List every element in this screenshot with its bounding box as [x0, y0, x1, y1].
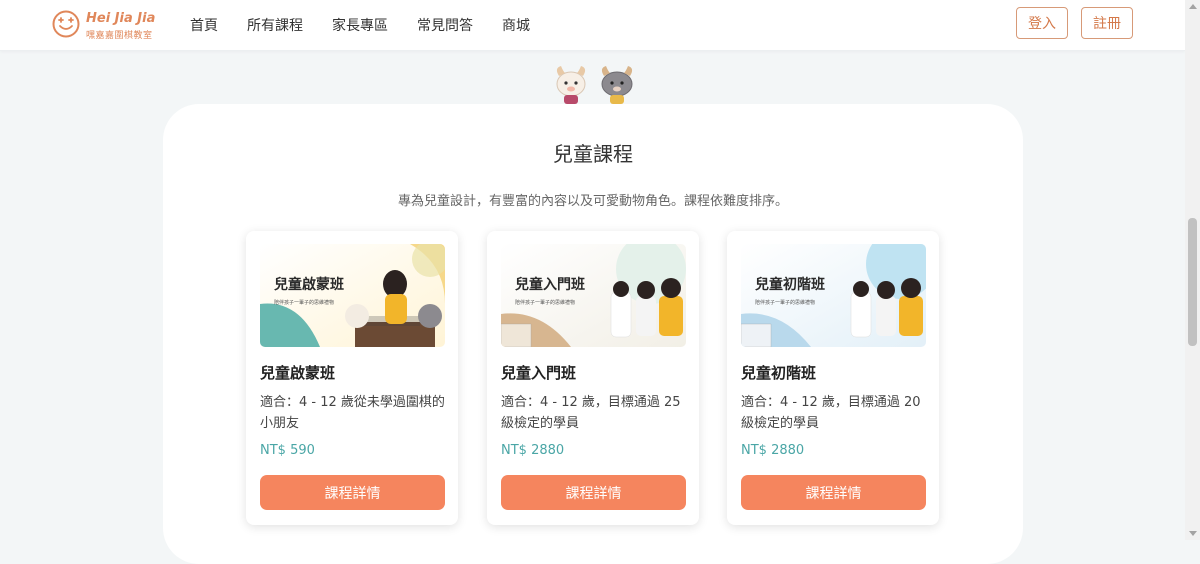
section-description: 專為兒童設計，有豐富的內容以及可愛動物角色。課程依難度排序。	[397, 194, 788, 209]
brand-subtitle: 嘿嘉嘉圍棋教室	[86, 31, 153, 41]
brand-logo[interactable]: Hei Jia Jia 嘿嘉嘉圍棋教室	[52, 10, 162, 42]
course-image-subtitle: 陪伴孩子一輩子的思維禮物	[755, 299, 815, 306]
course-description: 適合：4 - 12 歲從未學過圍棋的小朋友	[260, 395, 445, 431]
course-image-title: 兒童初階班	[755, 276, 825, 293]
course-card[interactable]: 兒童啟蒙班 陪伴孩子一輩子的思維禮物 兒童啟蒙班 適合：4 - 12 歲從未學過…	[246, 231, 458, 525]
course-image-title: 兒童啟蒙班	[274, 276, 344, 293]
page-scrollbar[interactable]	[1185, 0, 1200, 540]
nav-all-courses[interactable]: 所有課程	[247, 15, 303, 35]
nav-home[interactable]: 首頁	[190, 15, 218, 35]
scroll-up-arrow-icon[interactable]	[1189, 4, 1197, 9]
main-nav: 首頁 所有課程 家長專區 常見問答 商城	[190, 0, 559, 50]
course-price: NT$ 2880	[501, 443, 565, 458]
mascots-image	[556, 66, 633, 104]
white-goat-icon	[556, 66, 586, 104]
course-details-button[interactable]: 課程詳情	[260, 475, 445, 510]
course-description: 適合：4 - 12 歲，目標通過 20 級檢定的學員	[741, 395, 921, 431]
scroll-down-arrow-icon[interactable]	[1189, 531, 1197, 536]
course-details-button[interactable]: 課程詳情	[741, 475, 926, 510]
course-card[interactable]: 兒童初階班 陪伴孩子一輩子的思維禮物 兒童初階班 適合：4 - 12 歲，目標通…	[727, 231, 939, 525]
course-details-button[interactable]: 課程詳情	[501, 475, 686, 510]
nav-shop[interactable]: 商城	[502, 15, 530, 35]
course-image-title: 兒童入門班	[515, 276, 585, 293]
section-title: 兒童課程	[553, 142, 633, 166]
nav-parents[interactable]: 家長專區	[332, 15, 388, 35]
course-price: NT$ 590	[260, 443, 315, 458]
course-name: 兒童入門班	[501, 364, 577, 382]
login-button[interactable]: 登入	[1016, 7, 1068, 39]
nav-faq[interactable]: 常見問答	[417, 15, 473, 35]
course-image-subtitle: 陪伴孩子一輩子的思維禮物	[515, 299, 575, 306]
course-image-subtitle: 陪伴孩子一輩子的思維禮物	[274, 299, 334, 306]
course-name: 兒童初階班	[741, 364, 817, 382]
brand-name: Hei Jia Jia	[86, 11, 156, 26]
course-price: NT$ 2880	[741, 443, 805, 458]
smiley-logo-icon	[52, 10, 80, 38]
grey-goat-icon	[601, 66, 633, 104]
course-card[interactable]: 兒童入門班 陪伴孩子一輩子的思維禮物 兒童入門班 適合：4 - 12 歲，目標通…	[487, 231, 699, 525]
course-description: 適合：4 - 12 歲，目標通過 25 級檢定的學員	[501, 395, 681, 431]
course-image: 兒童入門班 陪伴孩子一輩子的思維禮物	[501, 244, 686, 347]
top-nav-bar: Hei Jia Jia 嘿嘉嘉圍棋教室 首頁 所有課程 家長專區 常見問答 商城…	[0, 0, 1185, 51]
course-name: 兒童啟蒙班	[260, 364, 336, 382]
register-button[interactable]: 註冊	[1081, 7, 1133, 39]
scroll-thumb[interactable]	[1188, 218, 1197, 346]
course-image: 兒童初階班 陪伴孩子一輩子的思維禮物	[741, 244, 926, 347]
course-image: 兒童啟蒙班 陪伴孩子一輩子的思維禮物	[260, 244, 445, 347]
